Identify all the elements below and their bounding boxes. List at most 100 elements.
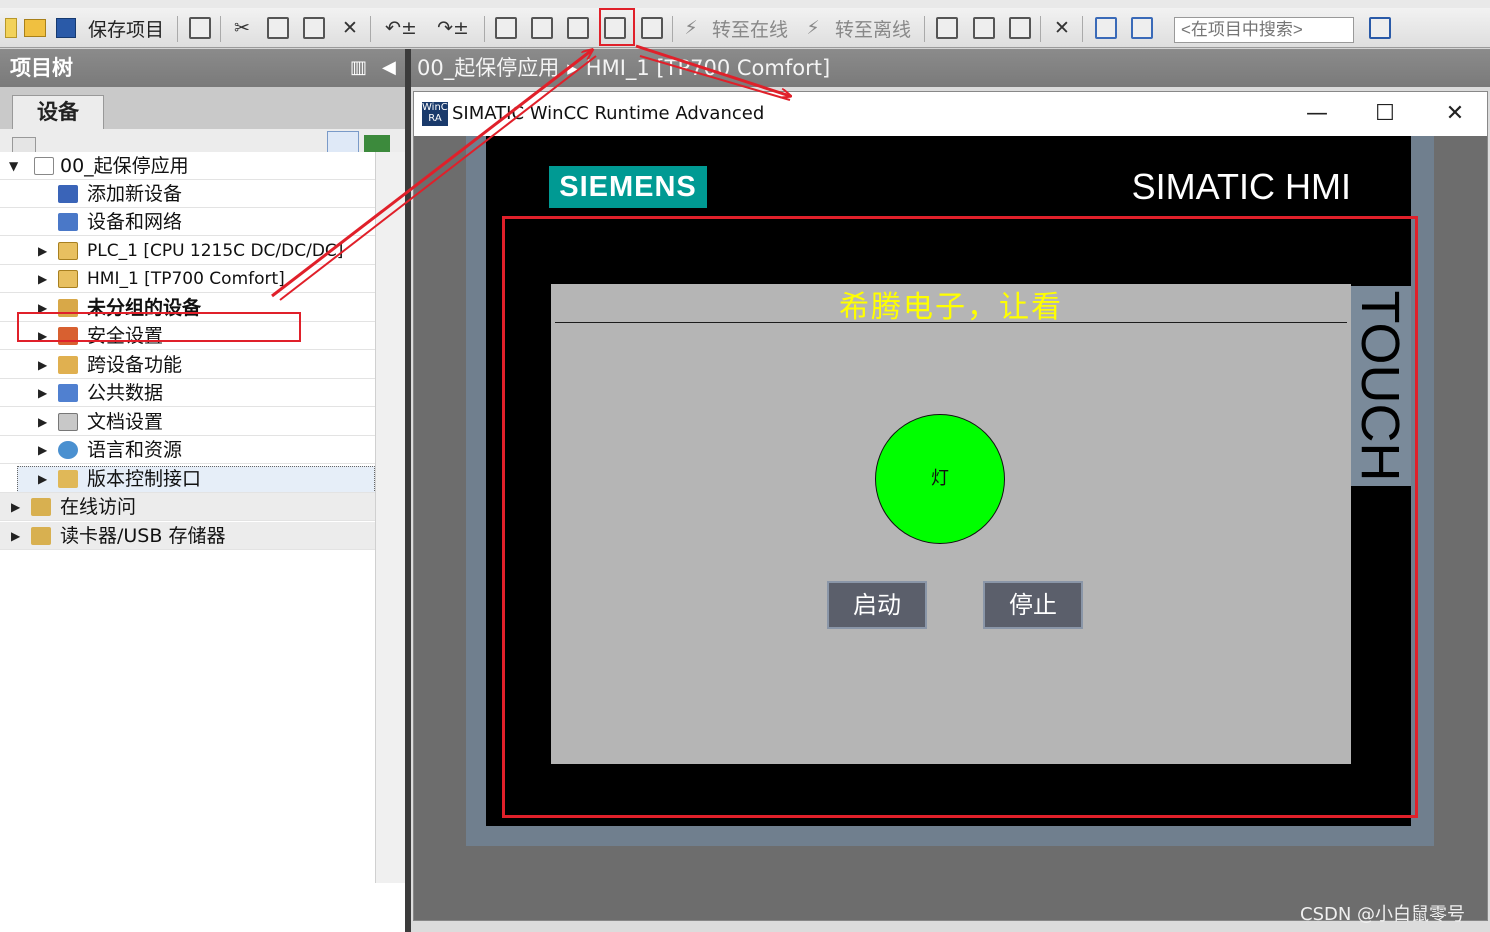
tree-item-plc[interactable]: ▶ PLC_1 [CPU 1215C DC/DC/DC] — [0, 237, 375, 265]
screen-highlight-box — [502, 216, 1418, 818]
expand-arrow-icon[interactable]: ▼ — [9, 152, 18, 180]
online-access-icon — [31, 498, 51, 516]
runtime-body: SIEMENS SIMATIC HMI TOUCH 希腾电子，让看 灯 启动 停… — [414, 136, 1487, 920]
expand-arrow-icon[interactable]: ▶ — [38, 237, 47, 265]
menu-bar — [0, 0, 1490, 8]
expand-arrow-icon[interactable]: ▶ — [11, 522, 20, 550]
breadcrumb-device[interactable]: HMI_1 [TP700 Comfort] — [586, 56, 830, 80]
paste-icon[interactable] — [300, 14, 328, 42]
expand-arrow-icon[interactable]: ▶ — [38, 265, 47, 293]
delete-icon[interactable]: ✕ — [336, 14, 364, 42]
save-project-button[interactable]: 保存项目 — [84, 14, 168, 42]
collapse-panel-icon[interactable]: ◀ — [382, 49, 396, 87]
tab-strip: 设备 — [0, 87, 405, 131]
copy-icon[interactable] — [264, 14, 292, 42]
tree-item-card-reader[interactable]: ▶ 读卡器/USB 存储器 — [0, 522, 405, 550]
split-vertical-icon[interactable] — [1128, 14, 1156, 42]
tree-item-documentation[interactable]: ▶ 文档设置 — [0, 408, 375, 436]
tree-item-label: 00_起保停应用 — [60, 155, 189, 177]
maximize-icon[interactable]: ☐ — [1350, 92, 1420, 136]
project-icon — [34, 157, 54, 175]
toolbar-separator — [924, 16, 925, 42]
simulation-highlight-box — [599, 8, 635, 46]
split-horizontal-icon[interactable] — [1092, 14, 1120, 42]
save-icon[interactable] — [54, 14, 78, 42]
tree-item-version-control[interactable]: ▶ 版本控制接口 — [0, 465, 375, 493]
expand-arrow-icon[interactable]: ▶ — [38, 436, 47, 464]
tree-item-label: 读卡器/USB 存储器 — [60, 525, 226, 547]
simatic-hmi-label: SIMATIC HMI — [1131, 166, 1351, 207]
tree-item-common-data[interactable]: ▶ 公共数据 — [0, 379, 375, 407]
go-online-icon[interactable]: ⚡ — [678, 14, 704, 42]
common-data-icon — [58, 384, 78, 402]
toolbar-separator — [672, 16, 673, 42]
tree-item-label: 跨设备功能 — [87, 354, 183, 376]
siemens-logo: SIEMENS — [549, 166, 707, 208]
breadcrumb-project[interactable]: 00_起保停应用 — [417, 56, 559, 80]
go-online-button[interactable]: 转至在线 — [708, 14, 792, 42]
close-all-icon[interactable]: ✕ — [1048, 14, 1076, 42]
runtime-titlebar: WinCC RA SIMATIC WinCC Runtime Advanced … — [414, 92, 1487, 136]
minimize-icon[interactable]: — — [1282, 92, 1352, 136]
tree-item-label: 添加新设备 — [87, 183, 183, 205]
toolbar-separator — [370, 16, 371, 42]
upload-from-device-icon[interactable] — [564, 14, 592, 42]
expand-arrow-icon[interactable]: ▶ — [38, 408, 47, 436]
cut-icon[interactable]: ✂ — [228, 14, 256, 42]
cross-device-icon — [58, 356, 78, 374]
expand-arrow-icon[interactable]: ▶ — [11, 493, 20, 521]
tree-item-devices-networks[interactable]: 设备和网络 — [0, 208, 375, 236]
new-project-icon[interactable] — [2, 14, 20, 42]
plc-folder-icon — [58, 242, 78, 260]
hmi-highlight-box — [17, 312, 301, 342]
compile-icon[interactable] — [492, 14, 520, 42]
close-icon[interactable]: ✕ — [1420, 92, 1490, 136]
cross-reference-icon[interactable] — [970, 14, 998, 42]
tree-item-label: PLC_1 [CPU 1215C DC/DC/DC] — [87, 241, 344, 261]
toolbar-separator — [484, 16, 485, 42]
toolbar-separator — [1082, 16, 1083, 42]
tree-item-hmi[interactable]: ▶ HMI_1 [TP700 Comfort] — [0, 265, 375, 293]
expand-arrow-icon[interactable]: ▶ — [38, 351, 47, 379]
tree-scrollbar[interactable] — [375, 152, 405, 883]
tree-item-label: HMI_1 [TP700 Comfort] — [87, 269, 285, 289]
download-to-device-icon[interactable] — [528, 14, 556, 42]
go-offline-icon[interactable]: ⚡ — [800, 14, 826, 42]
split-view-icon[interactable] — [1006, 14, 1034, 42]
undo-icon[interactable]: ↶± — [378, 14, 424, 42]
tree-item-project[interactable]: ▼ 00_起保停应用 — [0, 152, 375, 180]
start-runtime-icon[interactable] — [638, 14, 666, 42]
toolbar-separator — [1040, 16, 1041, 42]
accessible-devices-icon[interactable] — [932, 14, 962, 42]
hmi-folder-icon — [58, 270, 78, 288]
redo-icon[interactable]: ↷± — [430, 14, 476, 42]
add-device-icon — [58, 185, 78, 203]
print-icon[interactable] — [186, 14, 214, 42]
version-control-icon — [58, 470, 78, 488]
tree-item-languages[interactable]: ▶ 语言和资源 — [0, 436, 375, 464]
go-offline-button[interactable]: 转至离线 — [830, 14, 916, 42]
go-offline-label: 转至离线 — [834, 18, 911, 41]
wincc-app-icon: WinCC RA — [422, 102, 455, 126]
search-in-project-icon[interactable] — [1366, 14, 1394, 42]
watermark: CSDN @小白鼠零号 — [1300, 904, 1466, 925]
panel-layout-icon[interactable]: ▥ — [350, 49, 367, 87]
expand-arrow-icon[interactable]: ▶ — [38, 465, 47, 493]
tree-item-add-device[interactable]: 添加新设备 — [0, 180, 375, 208]
tree-item-cross-device[interactable]: ▶ 跨设备功能 — [0, 351, 375, 379]
network-icon — [58, 213, 78, 231]
toolbar-separator — [220, 16, 221, 42]
tab-devices[interactable]: 设备 — [12, 95, 104, 131]
tree-item-label: 文档设置 — [87, 411, 164, 433]
tree-item-online-access[interactable]: ▶ 在线访问 — [0, 493, 405, 521]
tree-item-label: 版本控制接口 — [87, 468, 202, 490]
tree-item-label: 语言和资源 — [87, 439, 183, 461]
editor-breadcrumb: 00_起保停应用 ▸ HMI_1 [TP700 Comfort] — [411, 49, 1490, 87]
project-search-input[interactable] — [1174, 17, 1354, 43]
open-project-icon[interactable] — [22, 14, 48, 42]
toolbar: 保存项目 ✂ ✕ ↶± ↷± ⚡ 转至在线 ⚡ 转至离线 ✕ — [0, 8, 1490, 48]
expand-arrow-icon[interactable]: ▶ — [38, 379, 47, 407]
documentation-icon — [58, 413, 78, 431]
toolbar-separator — [177, 16, 178, 42]
save-project-label: 保存项目 — [87, 18, 164, 41]
